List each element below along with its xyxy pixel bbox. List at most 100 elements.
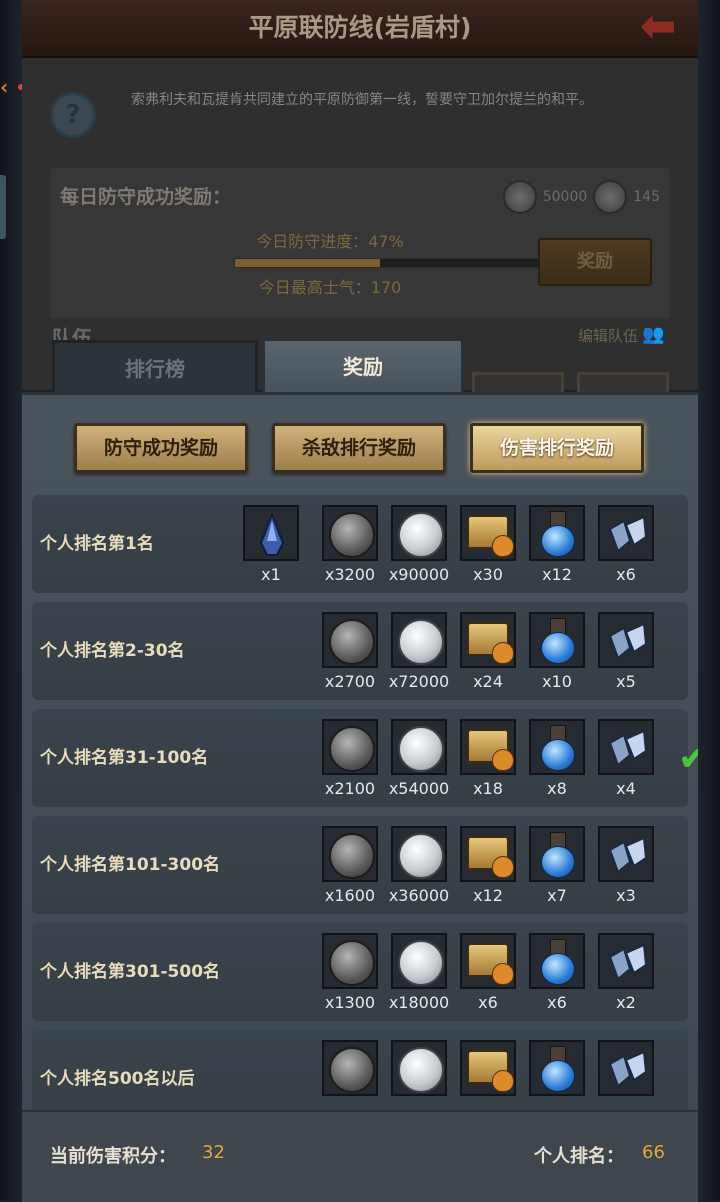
reward-row: 个人排名500名以后 [32,1030,688,1113]
item-quantity: x2 [616,993,636,1012]
item-quantity: x1600 [324,886,376,905]
item-quantity: x24 [473,672,503,691]
crystal-icon[interactable] [598,826,654,882]
item-quantity: x5 [616,672,636,691]
reward-row: 个人排名第1名 x1 x3200 x90000 x30 x12 x6 [32,495,688,593]
reward-row: 个人排名第31-100名 x2100 x54000 x18 x8 x4 ✔ [32,709,698,807]
ship-icon[interactable] [243,505,299,561]
item-quantity: x4 [616,779,636,798]
morale-label: 今日最高士气：170 [258,278,402,297]
item-quantity: x6 [547,993,567,1012]
crystal-icon[interactable] [598,719,654,775]
dark-coin-icon[interactable] [322,933,378,989]
reward-row: 个人排名第2-30名 x2700 x72000 x24 x10 x5 [32,602,688,700]
item-quantity: x12 [473,886,503,905]
dark-coin-icon[interactable] [322,505,378,561]
item-quantity: x18 [473,779,503,798]
item-quantity: x2100 [324,779,376,798]
help-icon[interactable]: ? [50,92,96,138]
item-quantity: x90000 [388,565,450,584]
background-dimmed-panel: 平原联防线(岩盾村) ⬅ ? 索弗利夫和瓦提肯共同建立的平原防御第一线，誓要守卫… [22,0,698,395]
category-kill-rank-button[interactable]: 杀敌排行奖励 [272,423,446,473]
silver-coin-icon[interactable] [391,719,447,775]
item-quantity: x7 [547,886,567,905]
claim-button[interactable]: 奖励 [538,238,652,286]
row-rank-label: 个人排名第301-500名 [40,962,221,982]
daily-reward-items: 50000 145 [502,180,660,214]
item-quantity: x1300 [324,993,376,1012]
dark-coin-icon[interactable] [322,826,378,882]
right-frame [698,0,720,1200]
tab-ranking[interactable]: 排行榜 [52,340,258,396]
silver-coin-icon[interactable] [391,826,447,882]
potion-icon[interactable] [529,719,585,775]
silver-coin-icon[interactable] [391,933,447,989]
item-quantity: x54000 [388,779,450,798]
chest-icon[interactable] [460,933,516,989]
crystal-icon[interactable] [598,505,654,561]
crystal-icon[interactable] [598,933,654,989]
edit-team-button[interactable]: 编辑队伍 👥 [578,324,668,346]
potion-icon[interactable] [529,505,585,561]
potion-icon[interactable] [529,612,585,668]
item-quantity: x10 [542,672,572,691]
dark-coin-icon[interactable] [322,719,378,775]
row-rank-label: 个人排名第2-30名 [40,641,185,661]
footer-bar: 当前伤害积分： 32 个人排名： 66 [22,1110,698,1202]
potion-icon[interactable] [529,1040,585,1096]
tab-reward[interactable]: 奖励 [262,338,464,397]
progress-bar [234,258,544,268]
chest-icon[interactable] [460,826,516,882]
chest-icon[interactable] [460,505,516,561]
item-quantity: x3 [616,886,636,905]
team-icon: 👥 [642,324,665,345]
chest-icon[interactable] [460,1040,516,1096]
stone-coin-icon [593,180,628,214]
dark-coin-icon[interactable] [322,612,378,668]
chest-icon[interactable] [460,612,516,668]
row-rank-label: 个人排名第1名 [40,534,154,554]
item-quantity: x3200 [324,565,376,584]
score-label: 当前伤害积分： [50,1146,176,1167]
item-quantity: x72000 [388,672,450,691]
reward-row: 个人排名第101-300名 x1600 x36000 x12 x7 x3 [32,816,688,914]
item-quantity: x2700 [324,672,376,691]
silver-coin-icon[interactable] [391,505,447,561]
daily-reward-label: 每日防守成功奖励： [60,186,232,208]
item-quantity: x30 [473,565,503,584]
progress-fill [235,259,380,267]
side-drawer-handle[interactable] [0,175,6,239]
dark-coin-icon[interactable] [322,1040,378,1096]
silver-coin-icon[interactable] [391,1040,447,1096]
side-menu-icon[interactable]: ‹ [0,72,24,102]
title-bar: 平原联防线(岩盾村) ⬅ [22,0,698,58]
progress-label: 今日防守进度：47% [256,232,404,251]
item-quantity: x6 [478,993,498,1012]
row-rank-label: 个人排名第31-100名 [40,748,209,768]
daily-reward-box: 每日防守成功奖励： 50000 145 今日防守进度：47% 今日最高士气：17… [50,168,670,318]
item-quantity: x36000 [388,886,450,905]
potion-icon[interactable] [529,826,585,882]
check-icon: ✔ [678,739,698,779]
silver-coin-icon[interactable] [391,612,447,668]
row-rank-label: 个人排名500名以后 [40,1069,195,1089]
score-value: 32 [202,1142,225,1163]
reward-panel: 防守成功奖励 杀敌排行奖励 伤害排行奖励 个人排名第1名 x1 x3200 x9000… [22,392,698,1113]
item-quantity: x8 [547,779,567,798]
rank-label: 个人排名： [534,1146,624,1167]
reward-row: 个人排名第301-500名 x1300 x18000 x6 x6 x2 [32,923,688,1021]
item-quantity: x6 [616,565,636,584]
category-damage-rank-button[interactable]: 伤害排行奖励 [470,423,644,473]
chest-icon[interactable] [460,719,516,775]
daily-reward-2: 145 [633,189,660,205]
potion-icon[interactable] [529,933,585,989]
item-quantity: x18000 [388,993,450,1012]
item-quantity: x1 [261,565,281,584]
back-arrow-icon[interactable]: ⬅ [628,4,688,50]
daily-reward-1: 50000 [542,189,588,205]
edit-team-label: 编辑队伍 [577,326,638,345]
crystal-icon[interactable] [598,1040,654,1096]
crystal-icon[interactable] [598,612,654,668]
category-defense-button[interactable]: 防守成功奖励 [74,423,248,473]
page-title: 平原联防线(岩盾村) [248,13,472,42]
